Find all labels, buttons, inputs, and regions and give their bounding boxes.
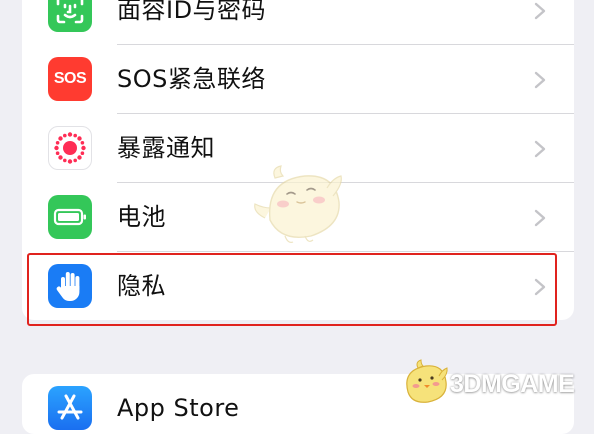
sos-icon: SOS bbox=[48, 57, 92, 101]
chevron-right-icon bbox=[534, 209, 546, 227]
settings-row-label: 电池 bbox=[117, 203, 166, 231]
exposure-notification-icon bbox=[48, 126, 92, 170]
chevron-right-icon bbox=[534, 2, 546, 20]
settings-row-sos[interactable]: SOS SOS紧急联络 bbox=[22, 45, 574, 114]
settings-row-label: SOS紧急联络 bbox=[117, 65, 266, 93]
watermark-text: 3DMGAME bbox=[450, 370, 575, 398]
chevron-right-icon bbox=[534, 278, 546, 296]
face-id-icon bbox=[48, 0, 92, 32]
app-store-icon bbox=[48, 386, 92, 430]
chevron-right-icon bbox=[534, 140, 546, 158]
sos-icon-text: SOS bbox=[53, 70, 87, 87]
battery-icon bbox=[48, 195, 92, 239]
settings-row-label: App Store bbox=[117, 394, 240, 422]
settings-row-label: 隐私 bbox=[117, 272, 166, 300]
settings-row-label: 面容ID与密码 bbox=[117, 0, 267, 24]
chevron-right-icon bbox=[534, 71, 546, 89]
hand-icon bbox=[48, 264, 92, 308]
settings-row-face-id[interactable]: 面容ID与密码 bbox=[22, 0, 574, 45]
mascot-logo-icon bbox=[406, 359, 448, 403]
settings-row-label: 暴露通知 bbox=[117, 134, 215, 162]
site-watermark: 3DMGAME bbox=[400, 358, 594, 408]
settings-row-privacy[interactable]: 隐私 bbox=[22, 252, 574, 320]
mascot-watermark-icon bbox=[254, 165, 342, 243]
